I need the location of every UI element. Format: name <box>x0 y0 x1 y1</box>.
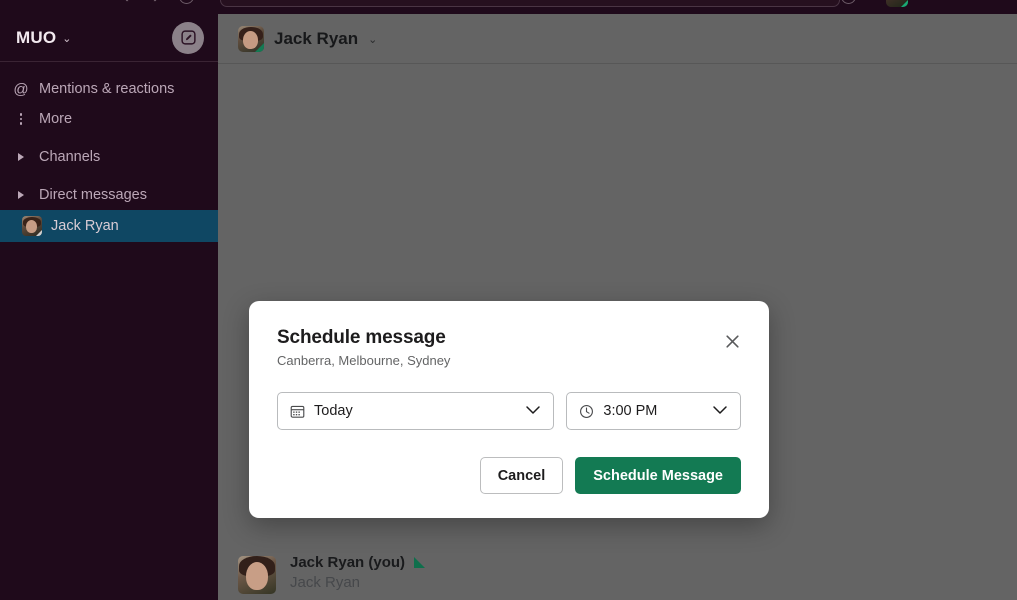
disclosure-triangle-icon <box>13 153 29 161</box>
at-sign-icon: @ <box>13 80 29 98</box>
sidebar-section-channels[interactable]: Channels <box>0 142 218 172</box>
user-avatar <box>238 25 264 52</box>
chevron-right-icon[interactable]: ❯ <box>148 0 164 4</box>
sidebar-item-dm-jack-ryan[interactable]: Jack Ryan <box>0 210 218 242</box>
sidebar-item-more[interactable]: More <box>0 104 218 134</box>
message-body: Jack Ryan (you) Jack Ryan <box>290 548 426 600</box>
dialog-actions: Cancel Schedule Message <box>479 457 741 494</box>
chevron-down-icon[interactable]: ⌄ <box>368 33 377 46</box>
time-select-value: 3:00 PM <box>603 403 658 419</box>
close-x-icon <box>725 334 739 348</box>
presence-indicator <box>254 41 264 52</box>
compose-pencil-icon <box>180 30 196 45</box>
history-clock-icon[interactable] <box>178 0 194 4</box>
chevron-down-icon <box>712 402 728 420</box>
conversation-header: Jack Ryan ⌄ <box>218 14 1017 64</box>
date-select-value: Today <box>314 403 353 419</box>
top-bar-right-group <box>840 0 1017 7</box>
close-button[interactable] <box>719 328 745 354</box>
slack-app-window: ❮ ❯ MUO ⌄ @ Mentio <box>0 0 1017 600</box>
chevron-down-icon <box>525 402 541 420</box>
help-circle-icon[interactable] <box>840 0 856 4</box>
date-select[interactable]: Today <box>277 392 555 430</box>
sidebar-section-direct-messages[interactable]: Direct messages <box>0 180 218 210</box>
user-avatar <box>238 556 276 594</box>
schedule-message-dialog: Schedule message Canberra, Melbourne, Sy… <box>249 301 769 518</box>
sidebar-item-label: More <box>39 111 73 127</box>
presence-indicator <box>900 0 908 7</box>
green-corner-flag-icon <box>414 557 426 568</box>
sidebar-item-mentions-reactions[interactable]: @ Mentions & reactions <box>0 74 218 104</box>
calendar-icon <box>290 405 305 418</box>
chevron-left-icon[interactable]: ❮ <box>118 0 134 4</box>
disclosure-triangle-icon <box>13 191 29 199</box>
time-select[interactable]: 3:00 PM <box>566 392 741 430</box>
sidebar-item-label: Direct messages <box>39 187 147 203</box>
message-author[interactable]: Jack Ryan (you) <box>290 554 405 571</box>
workspace-name[interactable]: MUO <box>16 28 56 48</box>
sidebar: MUO ⌄ @ Mentions & reactions More Channe… <box>0 14 218 600</box>
sidebar-item-label: Channels <box>39 149 101 165</box>
presence-indicator <box>35 229 42 236</box>
clock-icon <box>580 404 594 418</box>
search-input[interactable] <box>220 0 840 7</box>
chevron-down-icon[interactable]: ⌄ <box>62 32 71 45</box>
dialog-subtitle: Canberra, Melbourne, Sydney <box>277 353 451 368</box>
cancel-button[interactable]: Cancel <box>479 457 564 494</box>
avatar-face <box>246 562 268 590</box>
dialog-title: Schedule message <box>277 327 446 348</box>
message-author-row: Jack Ryan (you) <box>290 554 426 571</box>
schedule-message-button[interactable]: Schedule Message <box>575 457 741 494</box>
user-avatar[interactable] <box>886 0 908 7</box>
schedule-selectors-row: Today 3:00 PM <box>277 392 741 430</box>
top-bar: ❮ ❯ <box>0 0 1017 14</box>
sidebar-item-label: Mentions & reactions <box>39 81 175 97</box>
compose-button[interactable] <box>172 21 204 54</box>
sidebar-item-label: Jack Ryan <box>51 218 119 234</box>
more-vertical-dots-icon <box>13 113 29 125</box>
workspace-header: MUO ⌄ <box>0 14 218 62</box>
conversation-title[interactable]: Jack Ryan <box>274 29 358 49</box>
sidebar-nav-list: @ Mentions & reactions More Channels Dir… <box>0 62 218 242</box>
user-avatar <box>22 216 42 236</box>
top-bar-left-group: ❮ ❯ <box>0 0 840 7</box>
message-list-item: Jack Ryan (you) Jack Ryan <box>218 548 1017 600</box>
message-text: Jack Ryan <box>290 574 361 591</box>
